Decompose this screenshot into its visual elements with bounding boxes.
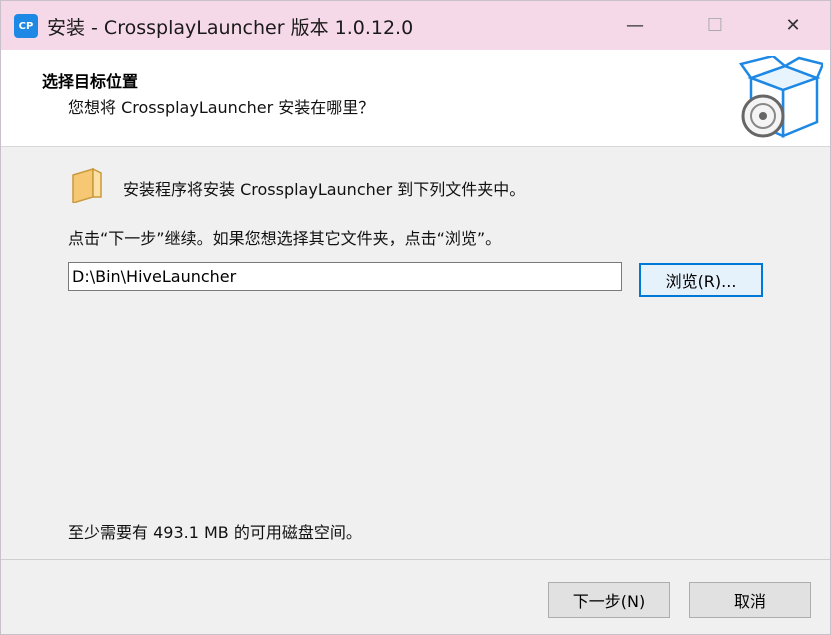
disk-space-text: 至少需要有 493.1 MB 的可用磁盘空间。: [68, 523, 362, 542]
browse-button[interactable]: 浏览(R)...: [639, 263, 763, 297]
minimize-button[interactable]: —: [595, 1, 675, 50]
install-path-input[interactable]: [68, 262, 622, 291]
maximize-button[interactable]: ☐: [675, 1, 755, 50]
install-intro-text: 安装程序将安装 CrossplayLauncher 到下列文件夹中。: [123, 180, 526, 199]
install-box-icon: [738, 56, 823, 138]
page-subtitle: 您想将 CrossplayLauncher 安装在哪里？: [68, 98, 375, 117]
app-icon: CP: [14, 14, 38, 38]
installer-window: CP 安装 - CrossplayLauncher 版本 1.0.12.0 — …: [0, 0, 831, 635]
close-button[interactable]: ✕: [753, 1, 830, 50]
footer-divider: [1, 559, 830, 560]
page-title: 选择目标位置: [42, 72, 139, 91]
instruction-text: 点击“下一步”继续。如果您想选择其它文件夹，点击“浏览”。: [68, 229, 502, 248]
title-bar[interactable]: CP 安装 - CrossplayLauncher 版本 1.0.12.0 — …: [1, 1, 830, 50]
header-panel: 选择目标位置 您想将 CrossplayLauncher 安装在哪里？: [1, 50, 830, 147]
window-title: 安装 - CrossplayLauncher 版本 1.0.12.0: [47, 17, 414, 39]
folder-icon: [72, 167, 102, 203]
cancel-button[interactable]: 取消: [689, 582, 811, 618]
next-button[interactable]: 下一步(N): [548, 582, 670, 618]
